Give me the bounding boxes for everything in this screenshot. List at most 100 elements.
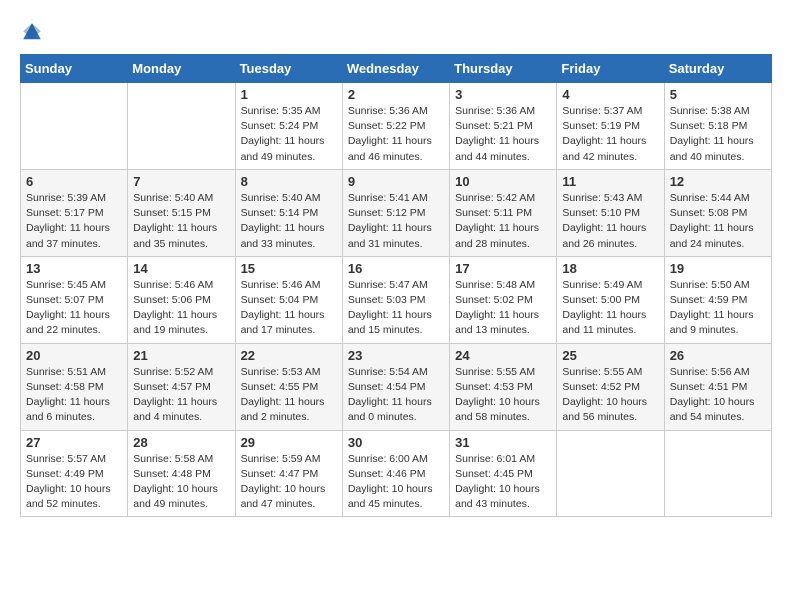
day-number: 25 — [562, 348, 658, 363]
day-number: 10 — [455, 174, 551, 189]
day-info: Sunrise: 6:00 AM Sunset: 4:46 PM Dayligh… — [348, 452, 444, 513]
day-number: 3 — [455, 87, 551, 102]
calendar-week-row: 1Sunrise: 5:35 AM Sunset: 5:24 PM Daylig… — [21, 83, 772, 170]
calendar-cell: 12 Sunrise: 5:44 AM Sunset: 5:08 PM Dayli… — [664, 169, 771, 256]
day-number: 20 — [26, 348, 122, 363]
calendar-cell — [557, 430, 664, 517]
calendar-cell: 30 Sunrise: 6:00 AM Sunset: 4:46 PM Dayli… — [342, 430, 449, 517]
calendar-cell — [664, 430, 771, 517]
calendar-cell: 13 Sunrise: 5:45 AM Sunset: 5:07 PM Dayli… — [21, 256, 128, 343]
day-info: Sunrise: 5:49 AM Sunset: 5:00 PM Dayligh… — [562, 278, 658, 339]
day-info: Sunrise: 5:35 AM Sunset: 5:24 PM Dayligh… — [241, 104, 337, 165]
day-info: Sunrise: 5:45 AM Sunset: 5:07 PM Dayligh… — [26, 278, 122, 339]
calendar-cell: 29 Sunrise: 5:59 AM Sunset: 4:47 PM Dayli… — [235, 430, 342, 517]
calendar-cell: 28Sunrise: 5:58 AM Sunset: 4:48 PM Dayli… — [128, 430, 235, 517]
day-info: Sunrise: 6:01 AM Sunset: 4:45 PM Dayligh… — [455, 452, 551, 513]
day-number: 26 — [670, 348, 766, 363]
day-number: 11 — [562, 174, 658, 189]
day-number: 15 — [241, 261, 337, 276]
day-info: Sunrise: 5:50 AM Sunset: 4:59 PM Dayligh… — [670, 278, 766, 339]
page-header — [20, 20, 772, 44]
day-number: 21 — [133, 348, 229, 363]
day-info: Sunrise: 5:40 AM Sunset: 5:15 PM Dayligh… — [133, 191, 229, 252]
calendar-cell: 16 Sunrise: 5:47 AM Sunset: 5:03 PM Dayli… — [342, 256, 449, 343]
day-info: Sunrise: 5:53 AM Sunset: 4:55 PM Dayligh… — [241, 365, 337, 426]
day-info: Sunrise: 5:55 AM Sunset: 4:53 PM Dayligh… — [455, 365, 551, 426]
calendar-cell: 3 Sunrise: 5:36 AM Sunset: 5:21 PM Daylig… — [450, 83, 557, 170]
calendar-week-row: 27 Sunrise: 5:57 AM Sunset: 4:49 PM Dayli… — [21, 430, 772, 517]
day-info: Sunrise: 5:46 AM Sunset: 5:06 PM Dayligh… — [133, 278, 229, 339]
calendar-week-row: 20 Sunrise: 5:51 AM Sunset: 4:58 PM Dayli… — [21, 343, 772, 430]
calendar-cell: 2 Sunrise: 5:36 AM Sunset: 5:22 PM Daylig… — [342, 83, 449, 170]
weekday-header-row: SundayMondayTuesdayWednesdayThursdayFrid… — [21, 55, 772, 83]
calendar-cell: 20 Sunrise: 5:51 AM Sunset: 4:58 PM Dayli… — [21, 343, 128, 430]
day-info: Sunrise: 5:46 AM Sunset: 5:04 PM Dayligh… — [241, 278, 337, 339]
calendar-week-row: 6 Sunrise: 5:39 AM Sunset: 5:17 PM Daylig… — [21, 169, 772, 256]
calendar-cell: 5 Sunrise: 5:38 AM Sunset: 5:18 PM Daylig… — [664, 83, 771, 170]
day-info: Sunrise: 5:36 AM Sunset: 5:21 PM Dayligh… — [455, 104, 551, 165]
calendar-cell: 23Sunrise: 5:54 AM Sunset: 4:54 PM Dayli… — [342, 343, 449, 430]
calendar-cell: 4Sunrise: 5:37 AM Sunset: 5:19 PM Daylig… — [557, 83, 664, 170]
day-number: 24 — [455, 348, 551, 363]
day-number: 2 — [348, 87, 444, 102]
day-info: Sunrise: 5:52 AM Sunset: 4:57 PM Dayligh… — [133, 365, 229, 426]
day-info: Sunrise: 5:59 AM Sunset: 4:47 PM Dayligh… — [241, 452, 337, 513]
day-number: 17 — [455, 261, 551, 276]
calendar-cell: 24 Sunrise: 5:55 AM Sunset: 4:53 PM Dayli… — [450, 343, 557, 430]
day-number: 9 — [348, 174, 444, 189]
weekday-header: Thursday — [450, 55, 557, 83]
calendar-cell: 1Sunrise: 5:35 AM Sunset: 5:24 PM Daylig… — [235, 83, 342, 170]
day-info: Sunrise: 5:57 AM Sunset: 4:49 PM Dayligh… — [26, 452, 122, 513]
day-number: 19 — [670, 261, 766, 276]
calendar-cell: 7 Sunrise: 5:40 AM Sunset: 5:15 PM Daylig… — [128, 169, 235, 256]
day-info: Sunrise: 5:43 AM Sunset: 5:10 PM Dayligh… — [562, 191, 658, 252]
day-info: Sunrise: 5:39 AM Sunset: 5:17 PM Dayligh… — [26, 191, 122, 252]
day-number: 6 — [26, 174, 122, 189]
calendar-cell: 10 Sunrise: 5:42 AM Sunset: 5:11 PM Dayli… — [450, 169, 557, 256]
day-number: 30 — [348, 435, 444, 450]
day-number: 22 — [241, 348, 337, 363]
day-number: 7 — [133, 174, 229, 189]
day-number: 29 — [241, 435, 337, 450]
day-number: 18 — [562, 261, 658, 276]
calendar-week-row: 13 Sunrise: 5:45 AM Sunset: 5:07 PM Dayli… — [21, 256, 772, 343]
calendar-cell: 26Sunrise: 5:56 AM Sunset: 4:51 PM Dayli… — [664, 343, 771, 430]
logo-icon — [20, 20, 44, 44]
calendar-cell: 27 Sunrise: 5:57 AM Sunset: 4:49 PM Dayli… — [21, 430, 128, 517]
day-info: Sunrise: 5:38 AM Sunset: 5:18 PM Dayligh… — [670, 104, 766, 165]
calendar-cell: 17 Sunrise: 5:48 AM Sunset: 5:02 PM Dayli… — [450, 256, 557, 343]
weekday-header: Wednesday — [342, 55, 449, 83]
day-number: 14 — [133, 261, 229, 276]
day-info: Sunrise: 5:44 AM Sunset: 5:08 PM Dayligh… — [670, 191, 766, 252]
day-number: 4 — [562, 87, 658, 102]
day-number: 13 — [26, 261, 122, 276]
day-number: 31 — [455, 435, 551, 450]
calendar-table: SundayMondayTuesdayWednesdayThursdayFrid… — [20, 54, 772, 517]
day-info: Sunrise: 5:51 AM Sunset: 4:58 PM Dayligh… — [26, 365, 122, 426]
calendar-cell: 18 Sunrise: 5:49 AM Sunset: 5:00 PM Dayli… — [557, 256, 664, 343]
calendar-cell: 11 Sunrise: 5:43 AM Sunset: 5:10 PM Dayli… — [557, 169, 664, 256]
calendar-cell: 21 Sunrise: 5:52 AM Sunset: 4:57 PM Dayli… — [128, 343, 235, 430]
weekday-header: Monday — [128, 55, 235, 83]
calendar-cell: 22 Sunrise: 5:53 AM Sunset: 4:55 PM Dayli… — [235, 343, 342, 430]
calendar-cell: 9Sunrise: 5:41 AM Sunset: 5:12 PM Daylig… — [342, 169, 449, 256]
calendar-cell: 8Sunrise: 5:40 AM Sunset: 5:14 PM Daylig… — [235, 169, 342, 256]
day-info: Sunrise: 5:54 AM Sunset: 4:54 PM Dayligh… — [348, 365, 444, 426]
calendar-cell: 6 Sunrise: 5:39 AM Sunset: 5:17 PM Daylig… — [21, 169, 128, 256]
day-number: 12 — [670, 174, 766, 189]
day-info: Sunrise: 5:42 AM Sunset: 5:11 PM Dayligh… — [455, 191, 551, 252]
calendar-cell: 14 Sunrise: 5:46 AM Sunset: 5:06 PM Dayli… — [128, 256, 235, 343]
day-info: Sunrise: 5:36 AM Sunset: 5:22 PM Dayligh… — [348, 104, 444, 165]
day-info: Sunrise: 5:47 AM Sunset: 5:03 PM Dayligh… — [348, 278, 444, 339]
calendar-cell: 19 Sunrise: 5:50 AM Sunset: 4:59 PM Dayli… — [664, 256, 771, 343]
day-number: 16 — [348, 261, 444, 276]
day-number: 27 — [26, 435, 122, 450]
day-info: Sunrise: 5:40 AM Sunset: 5:14 PM Dayligh… — [241, 191, 337, 252]
day-number: 28 — [133, 435, 229, 450]
day-info: Sunrise: 5:48 AM Sunset: 5:02 PM Dayligh… — [455, 278, 551, 339]
weekday-header: Tuesday — [235, 55, 342, 83]
day-number: 5 — [670, 87, 766, 102]
weekday-header: Sunday — [21, 55, 128, 83]
calendar-cell: 31 Sunrise: 6:01 AM Sunset: 4:45 PM Dayli… — [450, 430, 557, 517]
calendar-cell: 25Sunrise: 5:55 AM Sunset: 4:52 PM Dayli… — [557, 343, 664, 430]
